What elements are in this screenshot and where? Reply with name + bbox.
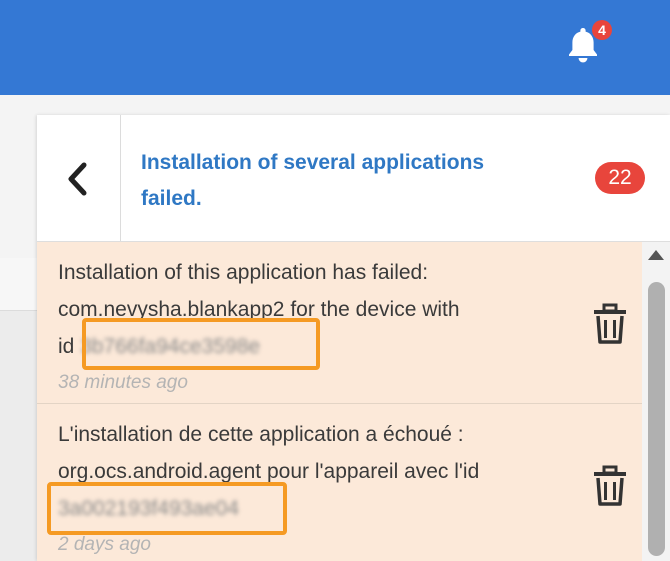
notification-count-badge: 4 <box>592 20 612 40</box>
notification-group-title[interactable]: Installation of several applications fai… <box>141 145 581 217</box>
group-count-badge: 22 <box>595 162 645 194</box>
notifications-bell-button[interactable]: 4 <box>566 20 612 66</box>
delete-notification-button[interactable] <box>590 302 630 346</box>
scrollbar-thumb[interactable] <box>648 282 665 556</box>
message-line-1: Installation of this application has fai… <box>58 261 429 284</box>
delete-notification-button[interactable] <box>590 464 630 508</box>
scroll-up-arrow-icon[interactable] <box>648 250 664 260</box>
redaction-highlight-box <box>82 318 320 370</box>
notification-timestamp: 2 days ago <box>58 534 151 555</box>
page-content-row <box>0 258 40 311</box>
redaction-highlight-box <box>47 482 287 535</box>
top-navbar: 4 <box>0 0 670 95</box>
panel-header: Installation of several applications fai… <box>37 115 670 242</box>
notification-timestamp: 38 minutes ago <box>58 372 188 393</box>
message-line-1: L'installation de cette application a éc… <box>58 423 464 446</box>
title-line-2: failed. <box>141 187 202 210</box>
trash-icon <box>594 465 626 506</box>
trash-icon <box>594 303 626 344</box>
notification-item: L'installation de cette application a éc… <box>37 404 642 561</box>
id-prefix: id <box>58 335 75 358</box>
chevron-left-icon <box>68 162 87 196</box>
notification-item: Installation of this application has fai… <box>37 242 642 404</box>
notification-list: Installation of this application has fai… <box>37 242 642 561</box>
scrollbar[interactable] <box>642 242 670 561</box>
notification-panel: Installation of several applications fai… <box>37 115 670 561</box>
title-line-1: Installation of several applications <box>141 151 485 174</box>
back-button[interactable] <box>37 115 121 241</box>
